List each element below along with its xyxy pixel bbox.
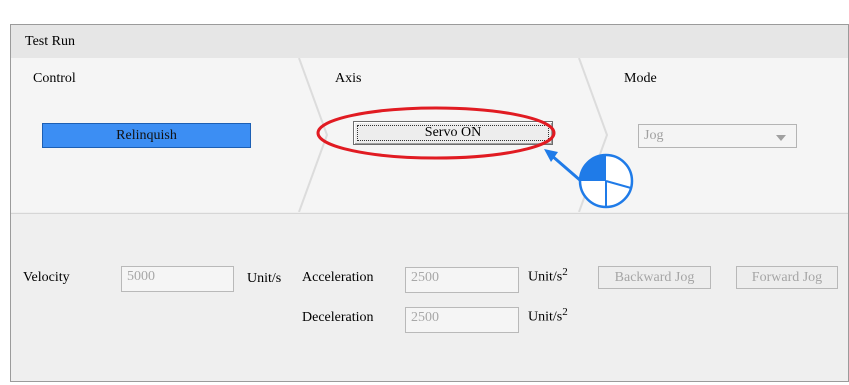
title-bar: Test Run xyxy=(11,25,848,59)
focus-rect xyxy=(357,125,549,141)
chevron-down-icon xyxy=(776,135,786,141)
acceleration-input[interactable]: 2500 xyxy=(405,267,519,293)
mode-label: Mode xyxy=(624,71,657,86)
relinquish-button[interactable]: Relinquish xyxy=(42,123,251,148)
deceleration-unit-text: Unit/s xyxy=(528,309,563,325)
window-title: Test Run xyxy=(25,34,75,49)
mode-select[interactable]: Jog xyxy=(638,124,797,148)
control-label: Control xyxy=(33,71,76,86)
forward-jog-button[interactable]: Forward Jog xyxy=(736,266,838,289)
acceleration-unit-exponent: 2 xyxy=(562,266,568,278)
deceleration-unit-exponent: 2 xyxy=(562,306,568,318)
velocity-unit: Unit/s xyxy=(247,271,282,286)
velocity-input[interactable]: 5000 xyxy=(121,266,234,292)
acceleration-label: Acceleration xyxy=(302,270,374,285)
test-run-panel: Test Run Control Axis Mode Relinquish Se… xyxy=(10,24,849,382)
parameters-area: Velocity 5000 Unit/s Acceleration 2500 U… xyxy=(11,213,848,381)
deceleration-unit: Unit/s2 xyxy=(528,306,568,326)
acceleration-unit: Unit/s2 xyxy=(528,266,568,286)
axis-label: Axis xyxy=(335,71,362,86)
mode-select-value: Jog xyxy=(644,128,664,143)
deceleration-label: Deceleration xyxy=(302,310,374,325)
acceleration-unit-text: Unit/s xyxy=(528,269,563,285)
velocity-label: Velocity xyxy=(23,270,70,285)
servo-on-button[interactable]: Servo ON xyxy=(353,121,553,145)
steps-area: Control Axis Mode Relinquish Servo ON Jo… xyxy=(11,58,848,212)
deceleration-input[interactable]: 2500 xyxy=(405,307,519,333)
backward-jog-button[interactable]: Backward Jog xyxy=(598,266,711,289)
